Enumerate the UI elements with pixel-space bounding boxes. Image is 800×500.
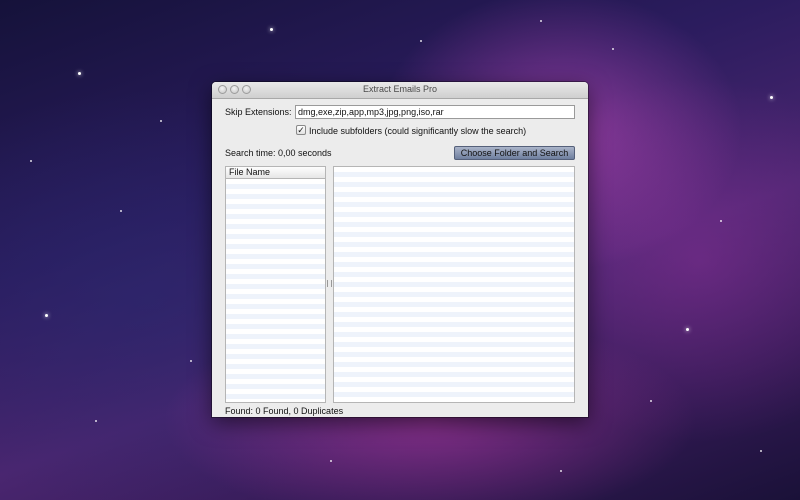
star (540, 20, 542, 22)
title-bar[interactable]: Extract Emails Pro (212, 82, 588, 99)
star (45, 314, 48, 317)
file-name-table[interactable]: File Name (225, 166, 326, 403)
choose-folder-search-button[interactable]: Choose Folder and Search (454, 146, 575, 160)
search-time-label: Search time: 0,00 seconds (225, 148, 332, 158)
file-name-column-header[interactable]: File Name (226, 167, 325, 179)
skip-extensions-input[interactable] (295, 105, 575, 119)
star (270, 28, 273, 31)
star (160, 120, 162, 122)
star (770, 96, 773, 99)
email-list-rows[interactable] (334, 167, 574, 402)
star (120, 210, 122, 212)
include-subfolders-label[interactable]: Include subfolders (could significantly … (309, 126, 526, 136)
checkmark-icon: ✓ (297, 125, 305, 135)
splitter-grip-icon (327, 280, 332, 287)
star (420, 40, 422, 42)
star (720, 220, 722, 222)
star (95, 420, 97, 422)
star (190, 360, 192, 362)
star (650, 400, 652, 402)
star (330, 460, 332, 462)
star (30, 160, 32, 162)
star (560, 470, 562, 472)
star (686, 328, 689, 331)
star (612, 48, 614, 50)
star (78, 72, 81, 75)
include-subfolders-checkbox[interactable]: ✓ (296, 125, 306, 135)
app-window: Extract Emails Pro Skip Extensions: ✓ In… (212, 82, 588, 417)
found-status: Found: 0 Found, 0 Duplicates (225, 406, 344, 416)
star (760, 450, 762, 452)
email-results-pane[interactable] (333, 166, 575, 403)
split-view-divider[interactable] (326, 166, 333, 403)
file-list-rows[interactable] (226, 179, 325, 402)
skip-extensions-label: Skip Extensions: (225, 107, 292, 117)
window-title: Extract Emails Pro (362, 84, 438, 94)
